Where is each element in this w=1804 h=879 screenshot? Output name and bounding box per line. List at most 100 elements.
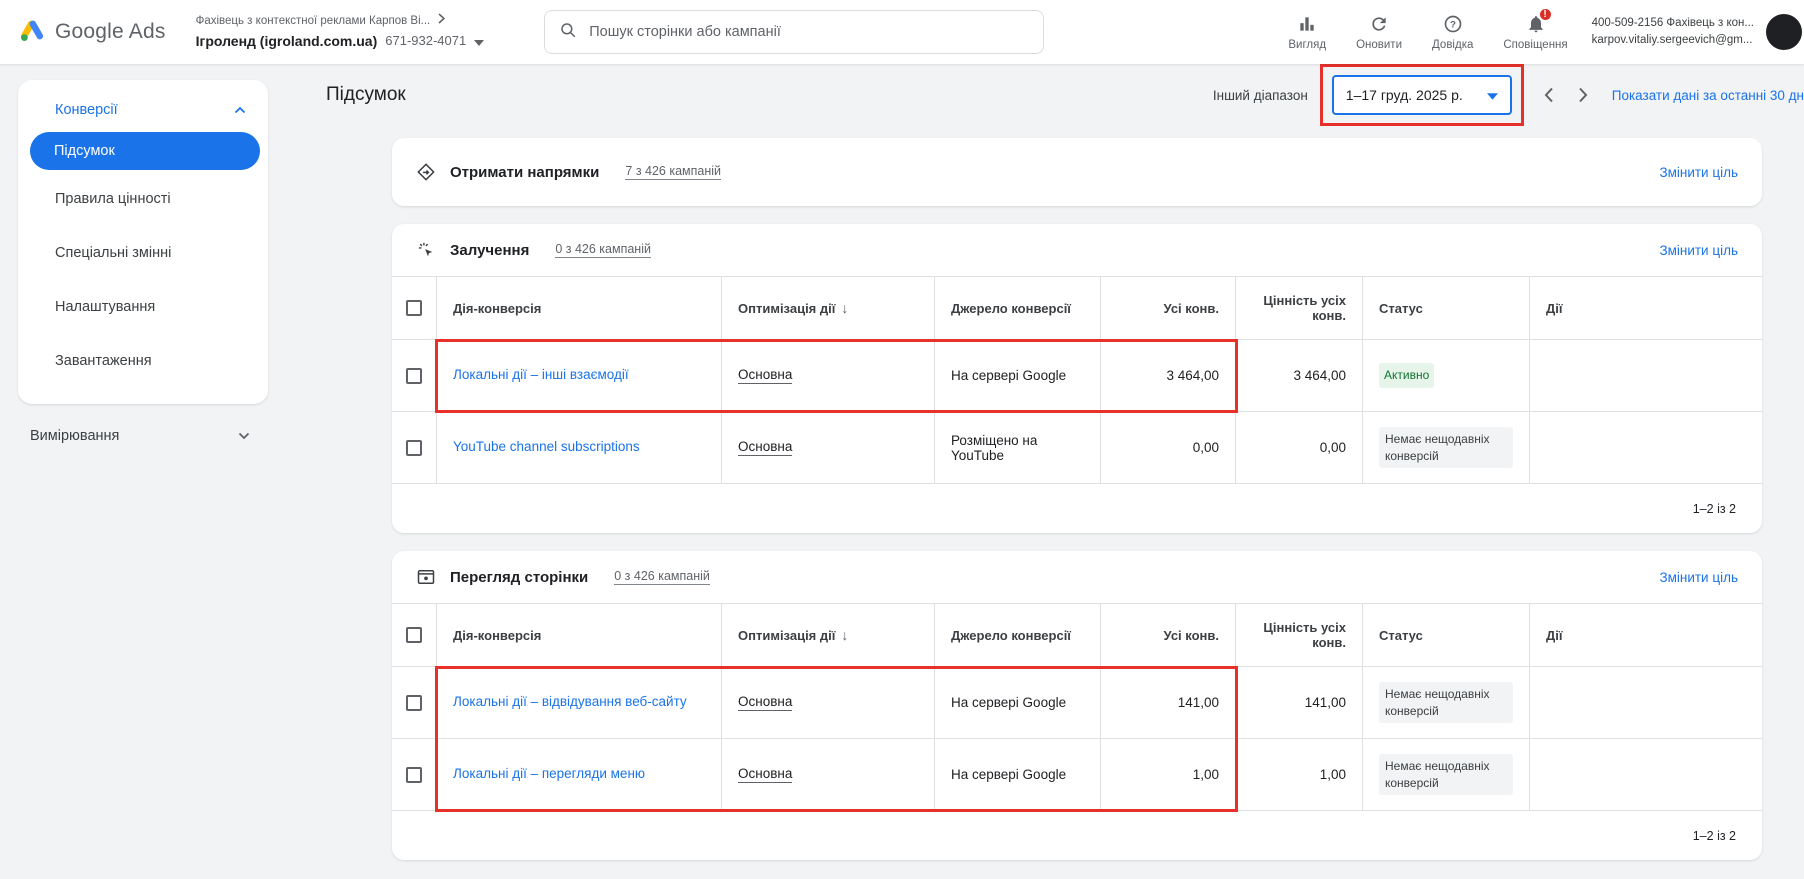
conversion-action-link[interactable]: Локальні дії – відвідування веб-сайту [453,693,687,712]
directions-icon [416,162,436,182]
sidebar-section-measurement[interactable]: Вимірювання [18,428,268,444]
nav-refresh-label: Оновити [1356,39,1402,51]
conv-value-value: 141,00 [1236,667,1363,738]
sidebar-item-value-rules[interactable]: Правила цінності [18,172,268,226]
avatar[interactable] [1766,14,1802,50]
col-header-all-conv-value[interactable]: Цінність усіх конв. [1236,277,1363,339]
conversion-action-link[interactable]: Локальні дії – перегляди меню [453,765,645,784]
nav-appearance[interactable]: Вигляд [1288,13,1326,51]
optimization-value[interactable]: Основна [738,439,792,456]
row-checkbox[interactable] [406,368,422,384]
logo-wordmark: Google Ads [55,20,166,44]
nav-notifications-label: Сповіщення [1503,39,1567,51]
col-header-actions[interactable]: Дії [1530,277,1762,339]
col-header-actions[interactable]: Дії [1530,604,1762,666]
nav-refresh[interactable]: Оновити [1356,13,1402,51]
main-content: Підсумок Інший діапазон 1–17 груд. 2025 … [300,64,1804,879]
col-header-all-conv-value[interactable]: Цінність усіх конв. [1236,604,1363,666]
manager-account-label: Фахівець з контекстної реклами Карпов Ві… [196,14,431,30]
goal-card-pageview: Перегляд сторінки 0 з 426 кампаній Зміни… [392,551,1762,860]
refresh-icon [1369,13,1389,35]
sidebar-item-settings[interactable]: Налаштування [18,280,268,334]
conversions-nav-card: Конверсії Підсумок Правила цінності Спец… [18,80,268,404]
caret-down-icon [474,32,484,51]
change-goal-link[interactable]: Змінити ціль [1659,570,1738,585]
sidebar-item-custom-variables[interactable]: Спеціальні змінні [18,226,268,280]
status-badge: Немає нещодавніх конверсій [1379,427,1513,467]
optimization-value[interactable]: Основна [738,367,792,384]
col-header-source[interactable]: Джерело конверсії [935,604,1101,666]
table-row: Локальні дії – інші взаємодії Основна На… [392,340,1762,412]
conv-value-value: 3 464,00 [1236,340,1363,411]
campaign-count-link[interactable]: 7 з 426 кампаній [625,164,721,180]
account-name: Ігроленд (igroland.com.ua) [196,32,378,51]
topbar: Google Ads Фахівець з контекстної реклам… [0,0,1804,64]
select-all-checkbox[interactable] [406,627,422,643]
profile-info[interactable]: 400-509-2156 Фахівець з кон... karpov.vi… [1592,15,1754,50]
change-goal-link[interactable]: Змінити ціль [1659,165,1738,180]
measurement-label: Вимірювання [30,428,119,444]
goal-card-engagement: Залучення 0 з 426 кампаній Змінити ціль … [392,224,1762,533]
col-header-source[interactable]: Джерело конверсії [935,277,1101,339]
date-next-button[interactable] [1566,81,1600,109]
campaign-count-link[interactable]: 0 з 426 кампаній [555,242,651,258]
optimization-value[interactable]: Основна [738,766,792,783]
sidebar-item-summary[interactable]: Підсумок [30,132,260,170]
date-range-button[interactable]: 1–17 груд. 2025 р. [1332,75,1512,115]
sidebar-item-uploads[interactable]: Завантаження [18,334,268,388]
caret-down-icon [1487,87,1498,103]
optimization-value[interactable]: Основна [738,694,792,711]
col-header-status[interactable]: Статус [1363,277,1530,339]
row-checkbox[interactable] [406,440,422,456]
campaign-count-link[interactable]: 0 з 426 кампаній [614,569,710,585]
all-conv-value: 141,00 [1101,667,1236,738]
checkbox-cell [392,340,437,411]
section-title: Залучення [450,242,529,259]
actions-cell [1530,412,1762,483]
all-conv-value: 3 464,00 [1101,340,1236,411]
goal-cards: Отримати напрямки 7 з 426 кампаній Зміни… [392,138,1762,860]
conversion-action-link[interactable]: YouTube channel subscriptions [453,438,640,457]
section-title: Перегляд сторінки [450,569,588,586]
select-all-checkbox[interactable] [406,300,422,316]
conversion-action-link[interactable]: Локальні дії – інші взаємодії [453,366,629,385]
nav-help[interactable]: ? Довідка [1432,13,1473,51]
nav-notifications[interactable]: ! Сповіщення [1503,13,1567,51]
global-search[interactable] [544,10,1044,54]
sort-descending-icon: ↓ [841,300,848,316]
topbar-nav: Вигляд Оновити ? Довідка ! Сповіщення [1288,13,1567,51]
col-header-all-conv[interactable]: Усі конв. [1101,604,1236,666]
col-header-conversion-action[interactable]: Дія-конверсія [437,604,722,666]
conversions-table-pageview: Дія-конверсія Оптимізація дії ↓ Джерело … [392,603,1762,811]
other-range-label[interactable]: Інший діапазон [1213,88,1308,103]
date-prev-button[interactable] [1532,81,1566,109]
conversions-table-engagement: Дія-конверсія Оптимізація дії ↓ Джерело … [392,276,1762,484]
chart-columns-icon [1297,13,1317,35]
svg-text:?: ? [1450,20,1456,31]
account-id: 671-932-4071 [385,32,466,50]
chevron-up-icon [234,102,246,118]
show-last-30-days-link[interactable]: Показати дані за останні 30 дн [1612,88,1804,103]
goal-card-directions: Отримати напрямки 7 з 426 кампаній Зміни… [392,138,1762,206]
col-header-conversion-action[interactable]: Дія-конверсія [437,277,722,339]
col-header-optimization[interactable]: Оптимізація дії ↓ [722,604,935,666]
search-input[interactable] [589,24,1029,40]
change-goal-link[interactable]: Змінити ціль [1659,243,1738,258]
source-value: На сервері Google [935,739,1101,810]
help-icon: ? [1443,13,1463,35]
google-ads-logo[interactable]: Google Ads [18,17,166,48]
pagination-label: 1–2 із 2 [1693,502,1736,516]
col-header-status[interactable]: Статус [1363,604,1530,666]
row-checkbox[interactable] [406,767,422,783]
col-header-all-conv[interactable]: Усі конв. [1101,277,1236,339]
account-switcher[interactable]: Фахівець з контекстної реклами Карпов Ві… [196,13,485,50]
actions-cell [1530,667,1762,738]
actions-cell [1530,739,1762,810]
col-header-optimization[interactable]: Оптимізація дії ↓ [722,277,935,339]
row-checkbox[interactable] [406,695,422,711]
sidebar-section-conversions[interactable]: Конверсії [18,90,268,130]
all-conv-value: 1,00 [1101,739,1236,810]
page-header: Підсумок Інший діапазон 1–17 груд. 2025 … [300,64,1804,126]
checkbox-cell [392,739,437,810]
profile-email-line: karpov.vitaliy.sergeevich@gm... [1592,32,1754,49]
